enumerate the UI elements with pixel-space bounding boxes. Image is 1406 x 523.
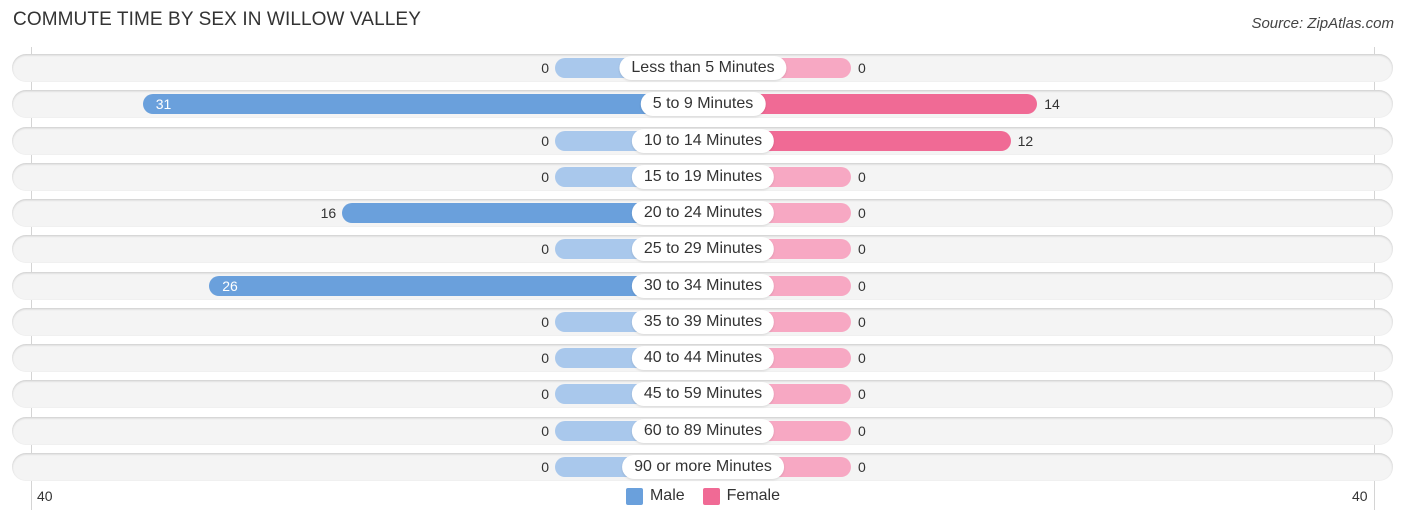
value-label-female: 0: [858, 314, 866, 330]
value-label-female: 0: [858, 386, 866, 402]
value-label-male: 0: [541, 133, 549, 149]
category-label: 5 to 9 Minutes: [640, 92, 766, 116]
value-label-female: 0: [858, 459, 866, 475]
value-label-male: 0: [541, 60, 549, 76]
legend-item-male[interactable]: Male: [625, 487, 685, 505]
value-label-female: 0: [858, 423, 866, 439]
value-label-male: 0: [541, 386, 549, 402]
legend-label-female: Female: [726, 487, 781, 504]
value-label-female: 0: [858, 278, 866, 294]
source-credit: Source: ZipAtlas.com: [1251, 15, 1394, 32]
category-label: 20 to 24 Minutes: [631, 201, 775, 225]
value-label-male: 0: [541, 169, 549, 185]
value-label-male: 0: [541, 350, 549, 366]
value-label-female: 0: [858, 241, 866, 257]
legend-label-male: Male: [649, 487, 685, 504]
category-label: 10 to 14 Minutes: [631, 129, 775, 153]
value-label-male: 0: [541, 459, 549, 475]
category-label: 30 to 34 Minutes: [631, 274, 775, 298]
bar-male[interactable]: [209, 276, 703, 296]
value-label-female: 12: [1017, 133, 1034, 149]
category-label: 45 to 59 Minutes: [631, 382, 775, 406]
value-label-male: 26: [222, 278, 238, 294]
category-label: 25 to 29 Minutes: [631, 237, 775, 261]
chart-title: COMMUTE TIME BY SEX IN WILLOW VALLEY: [13, 9, 421, 30]
category-label: 15 to 19 Minutes: [631, 165, 775, 189]
category-label: 60 to 89 Minutes: [631, 419, 775, 443]
legend-item-female[interactable]: Female: [702, 487, 781, 505]
value-label-male: 0: [541, 314, 549, 330]
value-label-female: 0: [858, 205, 866, 221]
legend: Male Female: [0, 487, 1406, 505]
value-label-female: 0: [858, 60, 866, 76]
value-label-female: 0: [858, 169, 866, 185]
value-label-female: 0: [858, 350, 866, 366]
legend-swatch-female: [702, 487, 720, 505]
value-label-male: 16: [320, 205, 337, 221]
value-label-male: 31: [155, 96, 172, 112]
value-label-male: 0: [541, 241, 549, 257]
category-label: 35 to 39 Minutes: [631, 310, 775, 334]
category-label: Less than 5 Minutes: [619, 56, 787, 80]
value-label-male: 0: [541, 423, 549, 439]
bar-male[interactable]: [142, 94, 703, 114]
category-label: 90 or more Minutes: [622, 455, 784, 479]
value-label-female: 14: [1044, 96, 1060, 112]
category-label: 40 to 44 Minutes: [631, 346, 775, 370]
legend-swatch-male: [625, 487, 643, 505]
